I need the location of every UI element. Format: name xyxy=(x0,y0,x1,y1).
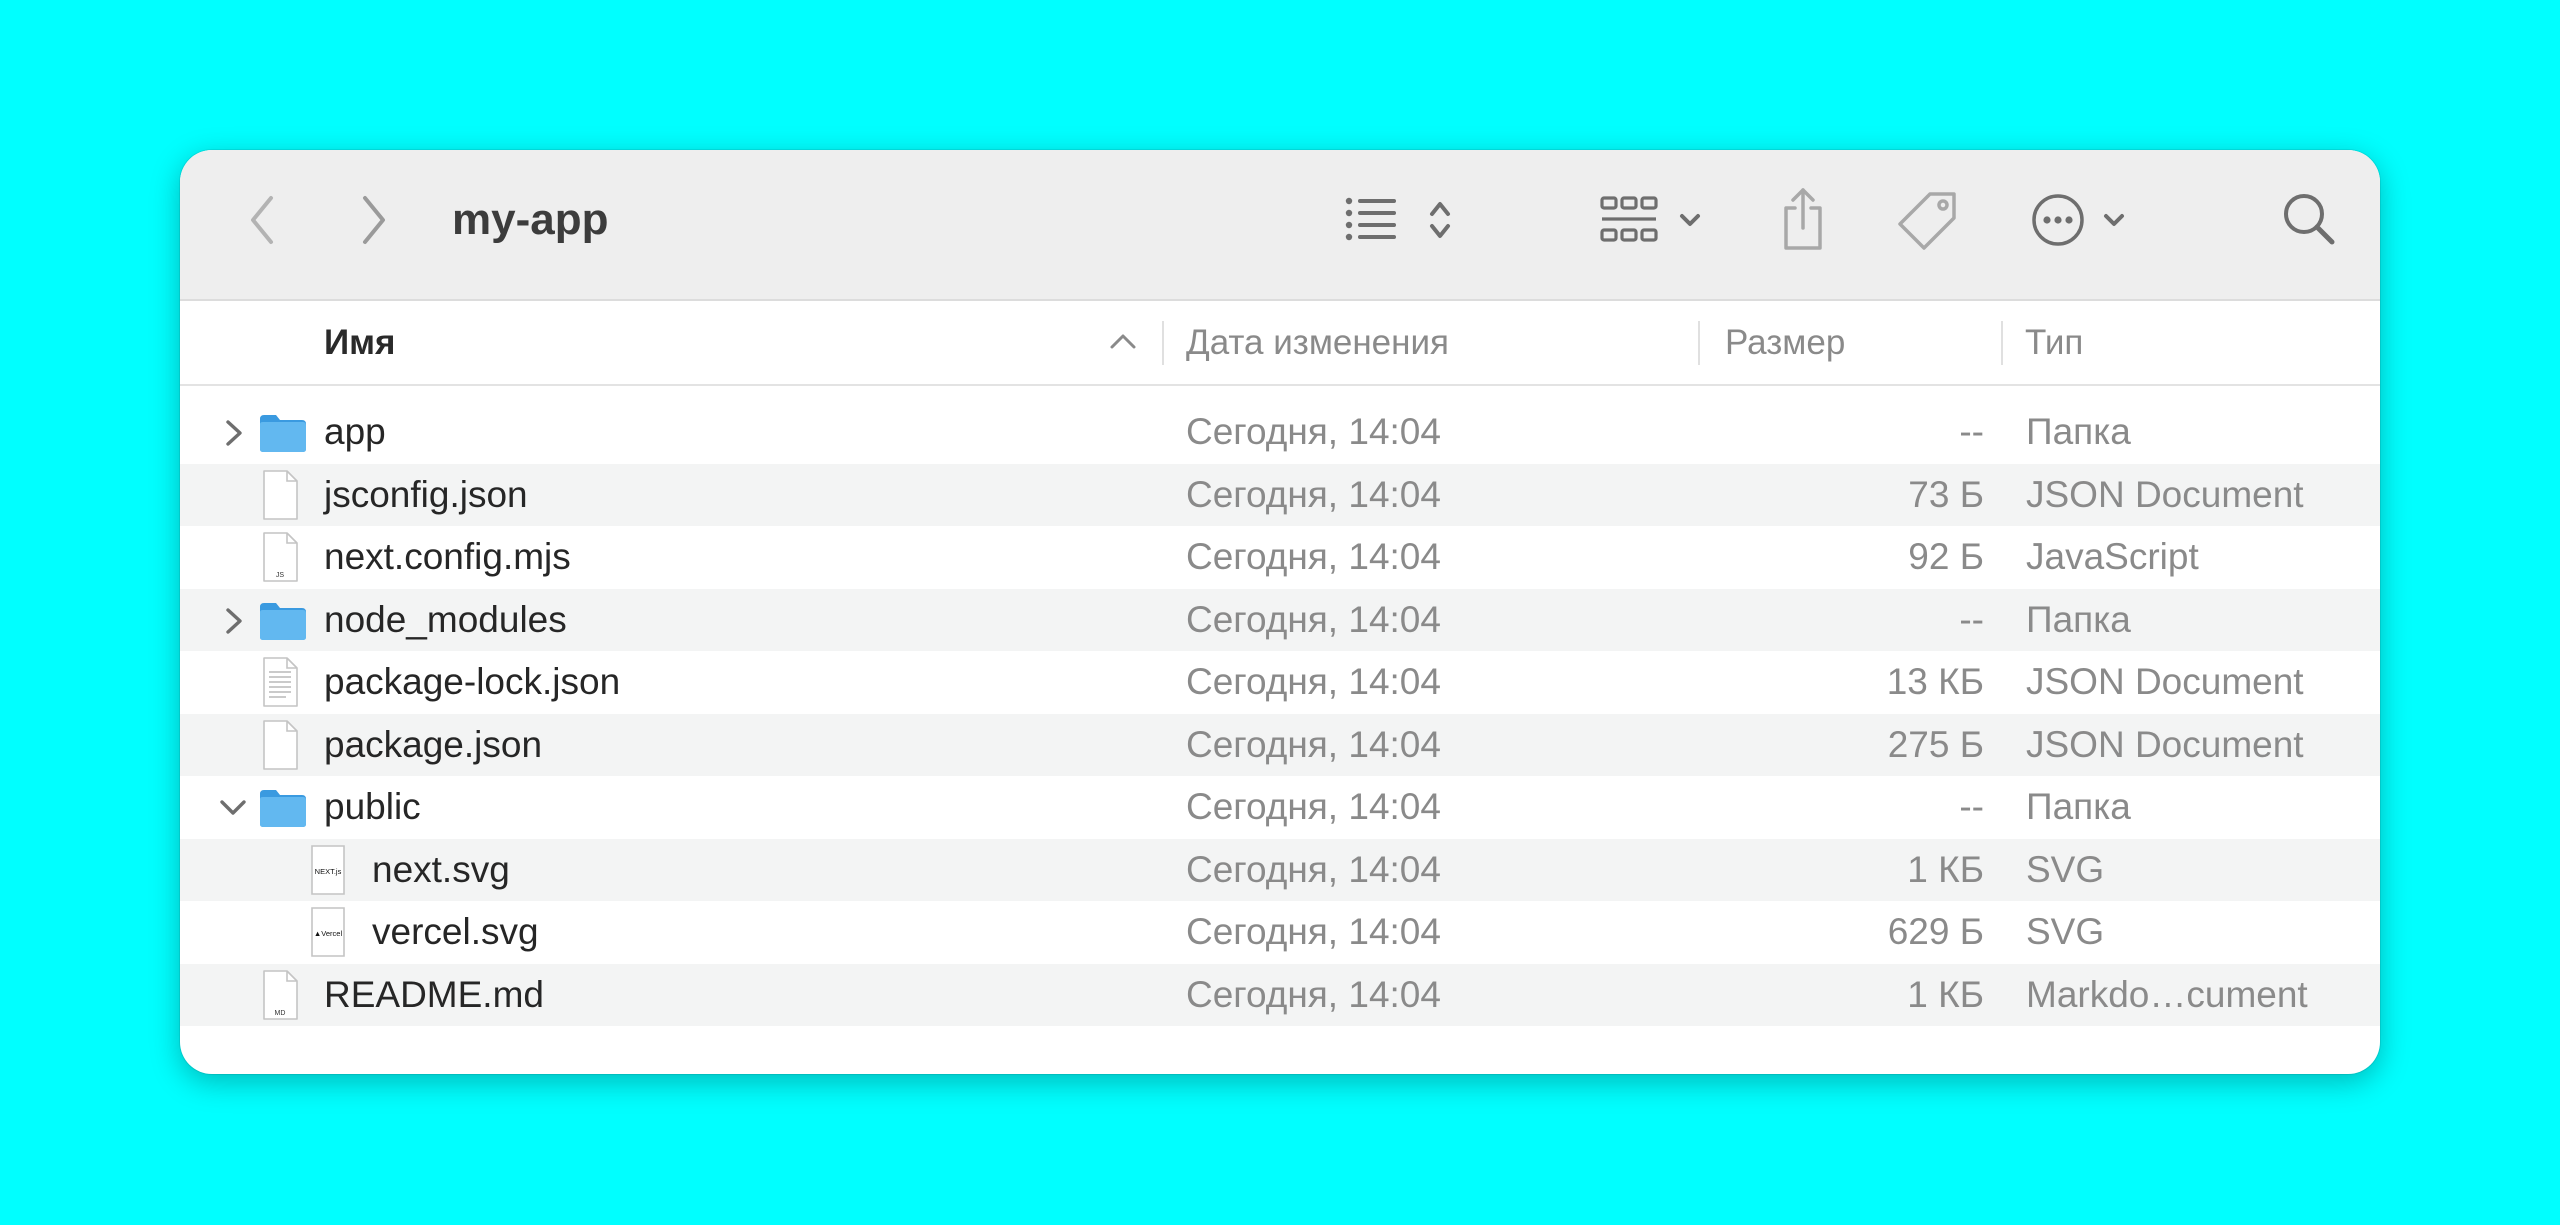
folder-icon xyxy=(258,599,308,648)
folder-icon xyxy=(258,411,308,460)
file-kind: Папка xyxy=(2026,598,2131,640)
svg-text:▲Vercel: ▲Vercel xyxy=(314,929,343,938)
list-view-icon xyxy=(1345,197,1450,241)
file-date-modified: Сегодня, 14:04 xyxy=(1186,848,1441,890)
column-name[interactable]: Имя xyxy=(324,301,395,384)
folder-icon xyxy=(258,786,308,835)
back-button[interactable] xyxy=(240,190,284,250)
toolbar: my-app xyxy=(180,150,2380,301)
file-size: -- xyxy=(1959,411,1984,452)
file-date-modified: Сегодня, 14:04 xyxy=(1186,536,1441,577)
search-button[interactable] xyxy=(2280,190,2340,250)
finder-window: my-app Имя Дата изменения Размер Тип app… xyxy=(180,150,2380,1074)
file-size: 92 Б xyxy=(1908,536,1984,577)
file-kind: Папка xyxy=(2026,411,2131,452)
tag-icon xyxy=(1898,192,1956,250)
file-kind: SVG xyxy=(2026,848,2105,890)
chevron-left-icon xyxy=(251,196,273,244)
document-icon xyxy=(260,719,300,776)
more-actions-button[interactable] xyxy=(2030,190,2136,250)
file-size: 629 Б xyxy=(1887,911,1984,952)
file-name: jsconfig.json xyxy=(324,473,528,515)
file-name: next.svg xyxy=(372,848,510,890)
document-icon xyxy=(260,469,300,526)
file-row[interactable]: MD README.md Сегодня, 14:04 1 КБ Markdo…cume… xyxy=(180,963,2380,1026)
file-date-modified: Сегодня, 14:04 xyxy=(1186,473,1441,515)
forward-button[interactable] xyxy=(352,190,396,250)
file-kind: JSON Document xyxy=(2026,723,2304,765)
file-name: app xyxy=(324,411,386,452)
svg-text:MD: MD xyxy=(275,1010,286,1017)
js-file-icon: JS xyxy=(260,531,300,588)
file-kind: JavaScript xyxy=(2026,536,2199,577)
file-row[interactable]: package-lock.json Сегодня, 14:04 13 КБ JSON… xyxy=(180,651,2380,714)
column-kind[interactable]: Тип xyxy=(2025,301,2083,384)
file-row[interactable]: node_modules Сегодня, 14:04 -- Папка xyxy=(180,588,2380,651)
file-name: package-lock.json xyxy=(324,661,621,702)
file-row[interactable]: app Сегодня, 14:04 -- Папка xyxy=(180,401,2380,464)
file-kind: SVG xyxy=(2026,911,2105,952)
file-list: app Сегодня, 14:04 -- Папка jsconfig.json Сег… xyxy=(180,401,2380,1026)
sort-ascending-icon[interactable] xyxy=(1108,327,1138,362)
file-row[interactable]: JS next.config.mjs Сегодня, 14:04 92 Б JavaS… xyxy=(180,526,2380,589)
file-name: README.md xyxy=(324,973,544,1015)
column-date-modified[interactable]: Дата изменения xyxy=(1186,301,1449,384)
file-date-modified: Сегодня, 14:04 xyxy=(1186,661,1441,702)
grid-group-icon xyxy=(1600,196,1700,242)
file-name: next.config.mjs xyxy=(324,536,571,577)
file-date-modified: Сегодня, 14:04 xyxy=(1186,411,1441,452)
file-row[interactable]: NEXT.js next.svg Сегодня, 14:04 1 КБ SVG xyxy=(180,838,2380,901)
view-options-button[interactable] xyxy=(1342,190,1462,250)
column-header: Имя Дата изменения Размер Тип xyxy=(180,301,2380,386)
file-name: package.json xyxy=(324,723,543,765)
svg-file-icon: ▲Vercel xyxy=(308,906,348,963)
file-row[interactable]: package.json Сегодня, 14:04 275 Б JSON Docu… xyxy=(180,713,2380,776)
file-date-modified: Сегодня, 14:04 xyxy=(1186,973,1441,1015)
share-button[interactable] xyxy=(1778,184,1828,254)
tag-button[interactable] xyxy=(1896,190,1960,254)
file-date-modified: Сегодня, 14:04 xyxy=(1186,598,1441,640)
file-row[interactable]: jsconfig.json Сегодня, 14:04 73 Б JSON Docu… xyxy=(180,463,2380,526)
ellipsis-circle-icon xyxy=(2032,194,2124,246)
file-name: public xyxy=(324,786,421,827)
svg-text:JS: JS xyxy=(276,572,285,579)
disclosure-collapsed-icon[interactable] xyxy=(222,607,246,640)
md-file-icon: MD xyxy=(260,969,300,1026)
file-size: 1 КБ xyxy=(1907,848,1984,890)
group-button[interactable] xyxy=(1600,190,1712,250)
file-kind: JSON Document xyxy=(2026,473,2304,515)
text-document-icon xyxy=(260,656,300,713)
file-row[interactable]: ▲Vercel vercel.svg Сегодня, 14:04 629 Б SVG xyxy=(180,901,2380,964)
file-kind: Markdo…cument xyxy=(2026,973,2308,1015)
file-name: node_modules xyxy=(324,598,567,640)
share-icon xyxy=(1784,188,1822,250)
column-size[interactable]: Размер xyxy=(1725,301,1845,384)
svg-file-icon: NEXT.js xyxy=(308,844,348,901)
column-separator[interactable] xyxy=(1698,321,1700,365)
file-row[interactable]: public Сегодня, 14:04 -- Папка xyxy=(180,776,2380,839)
file-size: 1 КБ xyxy=(1907,973,1984,1015)
file-kind: JSON Document xyxy=(2026,661,2304,702)
disclosure-collapsed-icon[interactable] xyxy=(222,419,246,452)
file-size: 73 Б xyxy=(1908,473,1984,515)
file-size: 275 Б xyxy=(1887,723,1984,765)
file-date-modified: Сегодня, 14:04 xyxy=(1186,786,1441,827)
svg-text:NEXT.js: NEXT.js xyxy=(315,867,342,876)
file-kind: Папка xyxy=(2026,786,2131,827)
file-name: vercel.svg xyxy=(372,911,539,952)
file-size: 13 КБ xyxy=(1886,661,1984,702)
file-size: -- xyxy=(1959,598,1984,640)
chevron-right-icon xyxy=(363,196,385,244)
disclosure-expanded-icon[interactable] xyxy=(218,794,248,827)
file-size: -- xyxy=(1959,786,1984,827)
search-icon xyxy=(2284,194,2335,245)
column-separator[interactable] xyxy=(2001,321,2003,365)
window-title: my-app xyxy=(452,195,609,244)
file-date-modified: Сегодня, 14:04 xyxy=(1186,911,1441,952)
column-separator[interactable] xyxy=(1162,321,1164,365)
file-date-modified: Сегодня, 14:04 xyxy=(1186,723,1441,765)
